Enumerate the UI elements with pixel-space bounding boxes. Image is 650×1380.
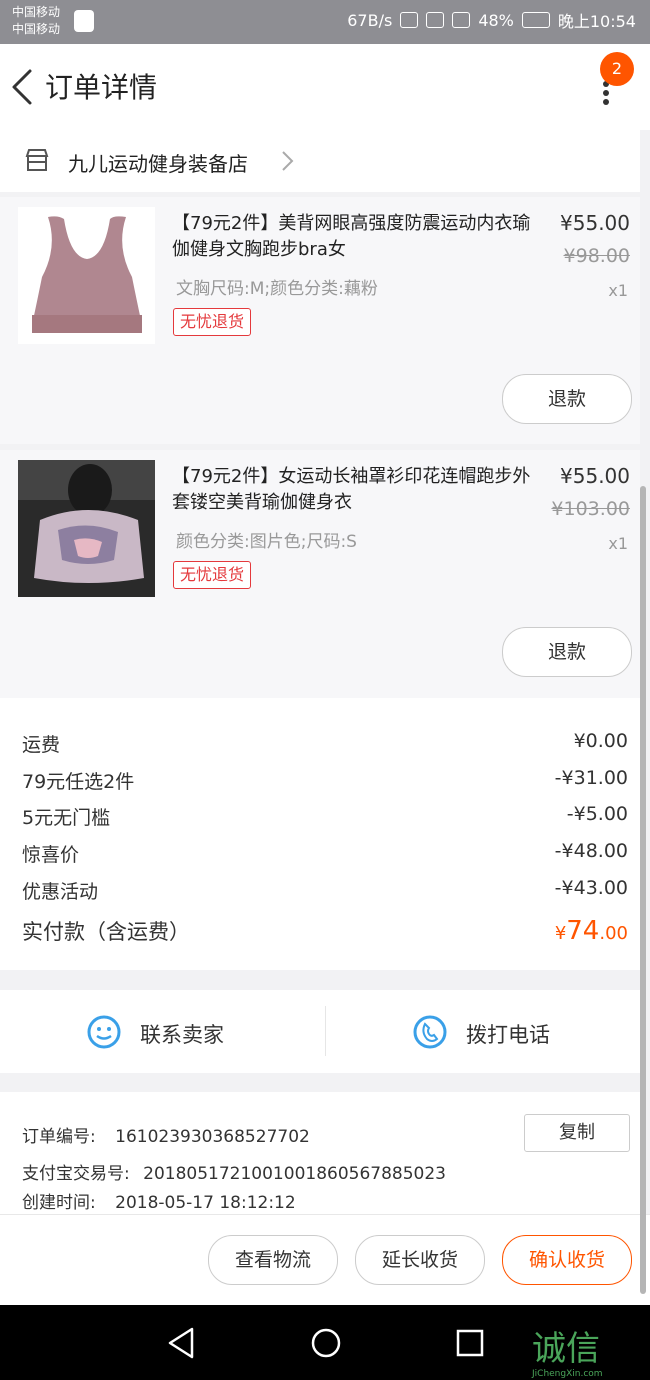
product-title[interactable]: 【79元2件】女运动长袖罩衫印花连帽跑步外套镂空美背瑜伽健身衣 [172, 464, 537, 516]
order-item[interactable]: 【79元2件】美背网眼高强度防震运动内衣瑜伽健身文胸跑步bra女 ¥55.00 … [0, 197, 640, 444]
order-item[interactable]: 【79元2件】女运动长袖罩衫印花连帽跑步外套镂空美背瑜伽健身衣 ¥55.00 ¥… [0, 450, 640, 698]
total-amount: ¥74.00 [555, 916, 628, 946]
battery-level: 48% [478, 10, 514, 30]
cost-label: 运费 [22, 734, 61, 756]
total-integer: 74 [566, 916, 600, 946]
battery-icon [521, 12, 550, 28]
carrier-info: 中国移动 中国移动 [12, 4, 60, 38]
sku-info: 颜色分类:图片色;尺码:S [176, 532, 357, 552]
original-price: ¥98.00 [563, 245, 630, 267]
worry-free-return-tag: 无忧退货 [173, 308, 252, 336]
total-decimal: .00 [599, 923, 628, 944]
cost-label: 79元任选2件 [22, 771, 135, 793]
cost-value: -¥31.00 [554, 767, 628, 789]
carrier-1: 中国移动 [12, 5, 61, 19]
cost-value: ¥0.00 [573, 730, 628, 752]
store-icon [25, 149, 49, 171]
total-paid-row: 实付款（含运费） ¥74.00 [22, 916, 628, 952]
carrier-2: 中国移动 [12, 22, 61, 36]
cost-value: -¥48.00 [554, 840, 628, 862]
product-price: ¥55.00 [560, 464, 630, 488]
confirm-receipt-button[interactable]: 确认收货 [502, 1235, 632, 1285]
total-label: 实付款（含运费） [22, 920, 190, 944]
cost-row-discount: 79元任选2件 -¥31.00 [22, 767, 628, 797]
copy-button[interactable]: 复制 [524, 1114, 630, 1152]
signal-icon [452, 12, 471, 28]
refund-button[interactable]: 退款 [502, 627, 632, 677]
watermark-logo: 诚信 [532, 1329, 600, 1369]
phone-icon [413, 1015, 447, 1049]
alipay-row: 支付宝交易号: 2018051721001001860567885023 [22, 1159, 446, 1184]
nav-recent-icon[interactable] [456, 1329, 484, 1357]
cost-label: 优惠活动 [22, 881, 99, 903]
product-price: ¥55.00 [560, 211, 630, 235]
alipay-number: 2018051721001001860567885023 [143, 1164, 446, 1184]
hoodie-image [18, 460, 155, 597]
headset-icon [400, 12, 419, 28]
vibrate-icon [426, 12, 445, 28]
created-time: 2018-05-17 18:12:12 [115, 1193, 296, 1213]
chevron-right-icon [282, 151, 294, 171]
contact-seller-button[interactable]: 联系卖家 [0, 990, 320, 1073]
store-row[interactable]: 九儿运动健身装备店 [0, 130, 640, 192]
worry-free-return-tag: 无忧退货 [173, 561, 252, 589]
nav-back-icon[interactable] [166, 1327, 196, 1359]
network-speed: 67B/s [347, 10, 393, 30]
original-price: ¥103.00 [551, 498, 630, 520]
store-name: 九儿运动健身装备店 [68, 152, 248, 176]
header-bar: 订单详情 2 [0, 44, 650, 130]
watermark-url: JiChengXin.com [532, 1369, 603, 1379]
back-arrow-icon [12, 69, 32, 105]
cost-value: -¥5.00 [566, 803, 628, 825]
call-phone-button[interactable]: 拨打电话 [326, 990, 646, 1073]
order-number: 161023930368527702 [115, 1127, 310, 1147]
notification-badge: 2 [600, 52, 634, 86]
contact-bar: 联系卖家 拨打电话 [0, 990, 640, 1073]
order-info: 订单编号: 161023930368527702 复制 支付宝交易号: 2018… [0, 1092, 640, 1214]
sku-info: 文胸尺码:M;颜色分类:藕粉 [176, 279, 378, 299]
chat-smiley-icon [87, 1015, 121, 1049]
quantity: x1 [608, 534, 628, 553]
created-label: 创建时间: [22, 1193, 96, 1213]
product-image-sports-bra[interactable] [18, 207, 155, 344]
call-phone-label: 拨打电话 [466, 1023, 550, 1047]
sports-bra-image [18, 207, 155, 344]
cost-row-promotion: 优惠活动 -¥43.00 [22, 877, 628, 907]
status-icons: 67B/s 48% 晚上10:54 [347, 8, 636, 32]
view-logistics-button[interactable]: 查看物流 [208, 1235, 338, 1285]
cost-label: 5元无门槛 [22, 807, 111, 829]
cost-breakdown: 运费 ¥0.00 79元任选2件 -¥31.00 5元无门槛 -¥5.00 惊喜… [0, 698, 640, 970]
order-number-row: 订单编号: 161023930368527702 [22, 1122, 310, 1147]
refund-button[interactable]: 退款 [502, 374, 632, 424]
system-nav-bar: 诚信 JiChengXin.com [0, 1305, 650, 1380]
clock: 晚上10:54 [557, 12, 636, 31]
cost-row-shipping: 运费 ¥0.00 [22, 730, 628, 760]
quantity: x1 [608, 281, 628, 300]
order-number-label: 订单编号: [22, 1127, 96, 1147]
created-time-row: 创建时间: 2018-05-17 18:12:12 [22, 1188, 296, 1213]
cost-row-surprise-price: 惊喜价 -¥48.00 [22, 840, 628, 870]
contact-seller-label: 联系卖家 [140, 1023, 224, 1047]
bottom-action-bar: 查看物流 延长收货 确认收货 [0, 1214, 650, 1306]
scrollbar[interactable] [640, 486, 646, 1294]
cost-value: -¥43.00 [554, 877, 628, 899]
product-title[interactable]: 【79元2件】美背网眼高强度防震运动内衣瑜伽健身文胸跑步bra女 [172, 211, 537, 263]
page-title: 订单详情 [45, 71, 158, 104]
cost-label: 惊喜价 [22, 844, 80, 866]
cost-row-coupon: 5元无门槛 -¥5.00 [22, 803, 628, 833]
extend-receipt-button[interactable]: 延长收货 [355, 1235, 485, 1285]
back-button[interactable] [10, 68, 34, 110]
app-notification-icon [74, 10, 94, 32]
total-currency: ¥ [554, 923, 567, 944]
product-image-hoodie[interactable] [18, 460, 155, 597]
status-bar: 中国移动 中国移动 67B/s 48% 晚上10:54 [0, 0, 650, 44]
nav-home-icon[interactable] [310, 1327, 342, 1359]
alipay-label: 支付宝交易号: [22, 1164, 130, 1184]
